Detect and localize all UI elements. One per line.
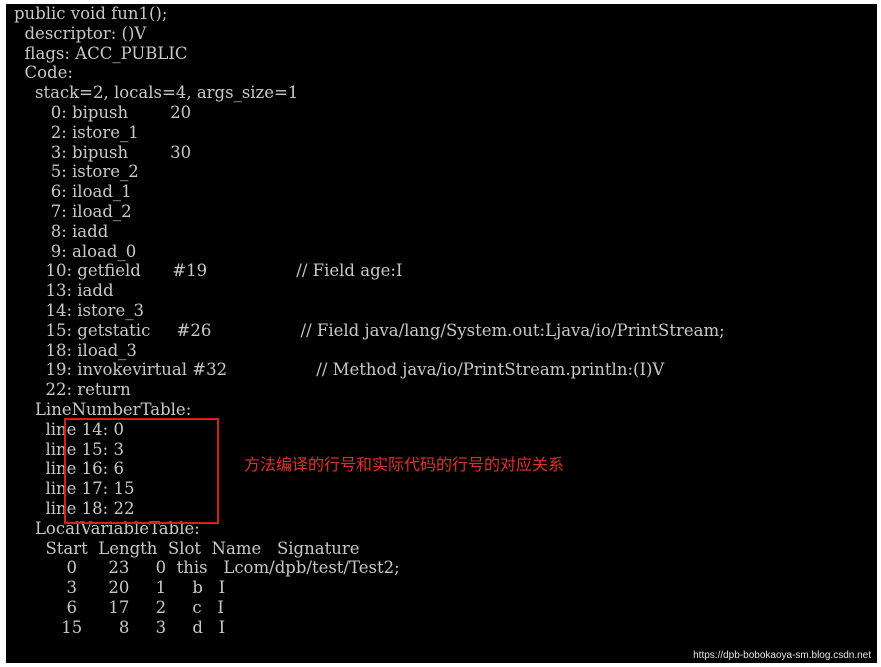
code-line: stack=2, locals=4, args_size=1 bbox=[14, 83, 299, 103]
code-line: LineNumberTable: bbox=[14, 400, 192, 419]
code-line: 10: getfield #19 // Field age:I bbox=[14, 261, 403, 281]
code-line: 6: iload_1 bbox=[14, 182, 132, 202]
code-line: 15: getstatic #26 // Field java/lang/Sys… bbox=[14, 320, 725, 340]
code-line: 18: iload_3 bbox=[14, 340, 137, 360]
table-row: 15 8 3 d I bbox=[14, 617, 226, 637]
code-line: 19: invokevirtual #32 // Method java/io/… bbox=[14, 360, 665, 380]
table-row: 0 23 0 this Lcom/dpb/test/Test2; bbox=[14, 558, 400, 578]
code-line: 9: aload_0 bbox=[14, 241, 137, 261]
code-line: 8: iadd bbox=[14, 221, 109, 241]
table-row: 6 17 2 c I bbox=[14, 598, 224, 617]
code-line: 7: iload_2 bbox=[14, 202, 132, 221]
table-header: Start Length Slot Name Signature bbox=[14, 538, 360, 558]
code-line: 0: bipush 20 bbox=[14, 103, 192, 122]
watermark: https://dpb-bobokaoya-sm.blog.csdn.net bbox=[693, 650, 871, 661]
code-line: descriptor: ()V bbox=[14, 23, 147, 43]
code-line: 14: istore_3 bbox=[14, 301, 144, 320]
code-line: 2: istore_1 bbox=[14, 122, 139, 142]
code-line: public void fun1(); bbox=[14, 4, 168, 23]
code-line: Code: bbox=[14, 63, 73, 83]
code-line: 3: bipush 30 bbox=[14, 142, 192, 162]
code-line: 5: istore_2 bbox=[14, 162, 139, 182]
line-number-table-highlight bbox=[64, 418, 219, 524]
code-line: 13: iadd bbox=[14, 281, 114, 301]
table-row: 3 20 1 b I bbox=[14, 578, 226, 598]
code-line: flags: ACC_PUBLIC bbox=[14, 43, 188, 63]
code-line: 22: return bbox=[14, 380, 131, 400]
annotation-label: 方法编译的行号和实际代码的行号的对应关系 bbox=[244, 455, 565, 474]
console-window: public void fun1(); descriptor: ()V flag… bbox=[6, 4, 877, 663]
